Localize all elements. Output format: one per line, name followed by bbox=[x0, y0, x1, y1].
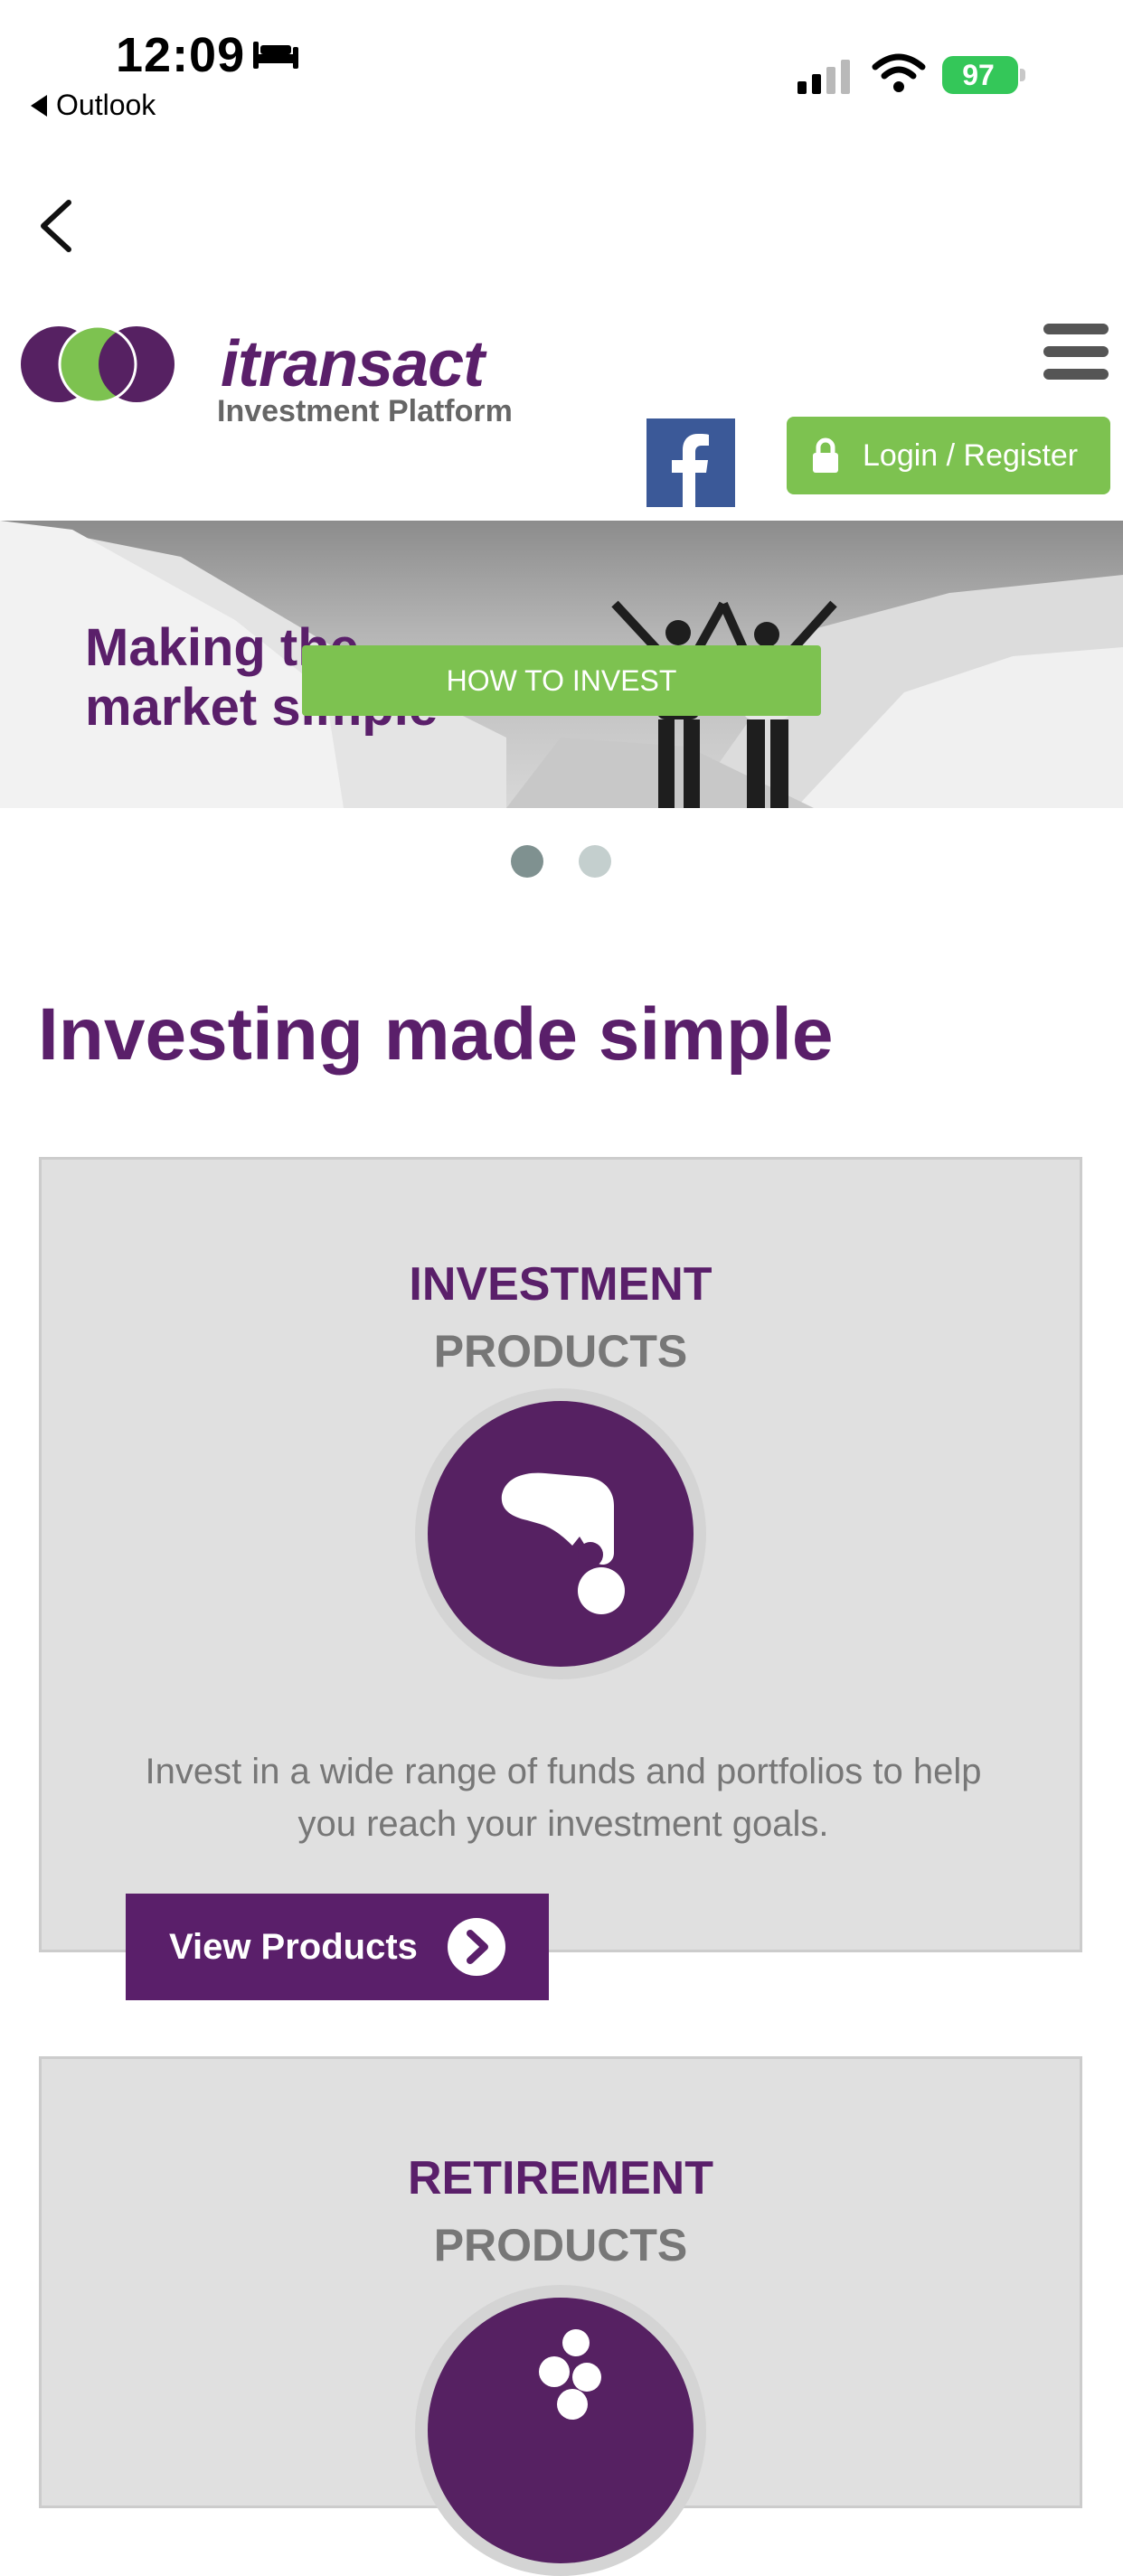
card-description-line1: Invest in a wide range of funds and port… bbox=[145, 1752, 982, 1791]
brand-name[interactable]: itransact bbox=[221, 327, 485, 401]
card-description-line2: you reach your investment goals. bbox=[297, 1804, 829, 1844]
chevron-left-icon[interactable] bbox=[36, 197, 76, 255]
status-time: 12:09 bbox=[116, 28, 246, 82]
card-heading-secondary: PRODUCTS bbox=[433, 2220, 688, 2270]
retirement-icon-badge bbox=[415, 2285, 706, 2576]
login-register-label: Login / Register bbox=[863, 437, 1079, 473]
hamburger-menu-icon[interactable] bbox=[1043, 324, 1109, 380]
card-description: Invest in a wide range of funds and port… bbox=[42, 1745, 1085, 1850]
login-register-button[interactable]: Login / Register bbox=[787, 417, 1110, 494]
hand-coin-icon bbox=[501, 1472, 625, 1614]
wifi-icon bbox=[872, 53, 926, 92]
carousel-dot-2[interactable] bbox=[579, 845, 611, 878]
battery-level: 97 bbox=[962, 59, 995, 91]
lock-icon bbox=[813, 437, 838, 473]
view-products-label: View Products bbox=[169, 1926, 418, 1967]
investment-icon-badge bbox=[415, 1388, 706, 1679]
section-title: Investing made simple bbox=[38, 993, 834, 1076]
brand-logo-icon[interactable] bbox=[20, 325, 175, 403]
card-heading-primary: RETIREMENT bbox=[408, 2152, 713, 2205]
back-triangle-icon bbox=[31, 95, 47, 117]
investment-products-card: INVESTMENT PRODUCTS Invest in a wide ran… bbox=[39, 1157, 1082, 1952]
card-heading-primary: INVESTMENT bbox=[409, 1258, 712, 1311]
how-to-invest-button[interactable]: HOW TO INVEST bbox=[302, 645, 821, 716]
view-products-button[interactable]: View Products bbox=[126, 1894, 549, 2000]
facebook-link[interactable] bbox=[646, 418, 735, 507]
cellular-signal-icon bbox=[797, 60, 850, 94]
brand-subtitle: Investment Platform bbox=[217, 394, 513, 428]
card-heading-secondary: PRODUCTS bbox=[433, 1326, 688, 1377]
battery-indicator: 97 bbox=[942, 56, 1027, 94]
retirement-products-card: RETIREMENT PRODUCTS bbox=[39, 2056, 1082, 2576]
back-app-label: Outlook bbox=[56, 89, 156, 121]
facebook-icon bbox=[672, 434, 709, 507]
sleep-focus-icon bbox=[253, 42, 298, 69]
carousel-dot-1[interactable] bbox=[511, 845, 543, 878]
coins-icon bbox=[539, 2329, 601, 2420]
arrow-right-circle-icon bbox=[447, 1918, 505, 1976]
back-to-app-link[interactable]: Outlook bbox=[31, 89, 156, 122]
